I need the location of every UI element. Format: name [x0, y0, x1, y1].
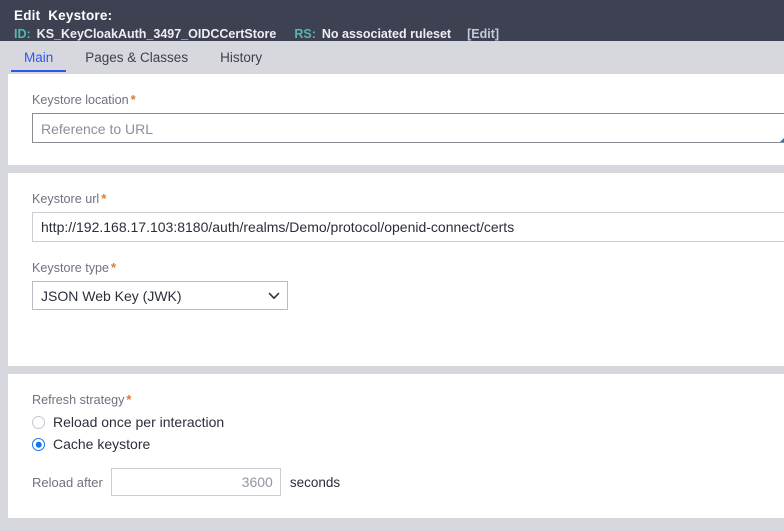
keystore-type-label-text: Keystore type: [32, 261, 110, 275]
tab-main-label: Main: [24, 50, 54, 65]
required-asterisk: *: [101, 191, 107, 206]
panel-refresh-strategy: Refresh strategy * Reload once per intera…: [8, 374, 784, 518]
panel-keystore-details: Keystore url * http://192.168.17.103:8180…: [8, 173, 784, 366]
edit-ruleset-link[interactable]: [Edit]: [467, 27, 499, 42]
tab-history[interactable]: History: [204, 41, 278, 74]
radio-reload-once-per-interaction[interactable]: Reload once per interaction: [32, 413, 784, 432]
page-title: Edit Keystore:: [14, 8, 113, 23]
form-content: Keystore location * Reference to URL Keys…: [0, 74, 784, 518]
tab-pages-and-classes-label: Pages & Classes: [85, 50, 189, 65]
keystore-type-select[interactable]: JSON Web Key (JWK): [32, 281, 288, 310]
field-keystore-location: Keystore location * Reference to URL: [32, 92, 784, 143]
required-asterisk: *: [130, 92, 136, 107]
keystore-url-label: Keystore url *: [32, 191, 784, 207]
keystore-type-select-wrap: JSON Web Key (JWK): [32, 281, 288, 310]
keystore-location-label: Keystore location *: [32, 92, 784, 108]
tab-bar: Main Pages & Classes History: [0, 41, 784, 74]
keystore-location-input[interactable]: Reference to URL: [32, 113, 784, 143]
required-asterisk: *: [111, 260, 117, 275]
field-keystore-url: Keystore url * http://192.168.17.103:8180…: [32, 191, 784, 242]
keystore-location-input-wrap: Reference to URL: [32, 113, 784, 143]
field-refresh-strategy: Refresh strategy * Reload once per intera…: [32, 392, 784, 496]
radio-button-unselected-icon[interactable]: [32, 416, 45, 429]
refresh-strategy-label-text: Refresh strategy: [32, 393, 125, 407]
refresh-strategy-label: Refresh strategy *: [32, 392, 784, 408]
tab-history-label: History: [220, 50, 263, 65]
keystore-url-label-text: Keystore url: [32, 192, 100, 206]
field-reload-after: Reload after 3600 seconds: [32, 468, 784, 496]
radio-cache-keystore[interactable]: Cache keystore: [32, 435, 784, 454]
ruleset-label: RS:: [294, 27, 316, 41]
reload-after-input[interactable]: 3600: [110, 468, 281, 496]
panel-keystore-location: Keystore location * Reference to URL: [8, 74, 784, 165]
id-label: ID:: [14, 27, 31, 41]
keystore-location-label-text: Keystore location: [32, 93, 129, 107]
page-header: Edit Keystore: ID: KS_KeyCloakAuth_3497_…: [0, 0, 784, 41]
required-asterisk: *: [126, 392, 132, 407]
header-meta: ID: KS_KeyCloakAuth_3497_OIDCCertStore R…: [14, 27, 784, 42]
radio-reload-once-label: Reload once per interaction: [53, 414, 225, 430]
field-keystore-type: Keystore type * JSON Web Key (JWK): [32, 260, 784, 310]
tab-main[interactable]: Main: [8, 41, 69, 74]
keystore-url-input[interactable]: http://192.168.17.103:8180/auth/realms/D…: [32, 212, 784, 242]
ruleset-value: No associated ruleset: [321, 27, 452, 41]
tab-pages-and-classes[interactable]: Pages & Classes: [69, 41, 204, 74]
id-value: KS_KeyCloakAuth_3497_OIDCCertStore: [36, 27, 277, 41]
keystore-type-label: Keystore type *: [32, 260, 784, 276]
reload-after-unit: seconds: [289, 474, 341, 490]
smart-input-corner-icon: [780, 131, 784, 142]
radio-button-selected-icon[interactable]: [32, 438, 45, 451]
radio-cache-keystore-label: Cache keystore: [53, 436, 151, 452]
reload-after-label: Reload after: [32, 474, 103, 490]
